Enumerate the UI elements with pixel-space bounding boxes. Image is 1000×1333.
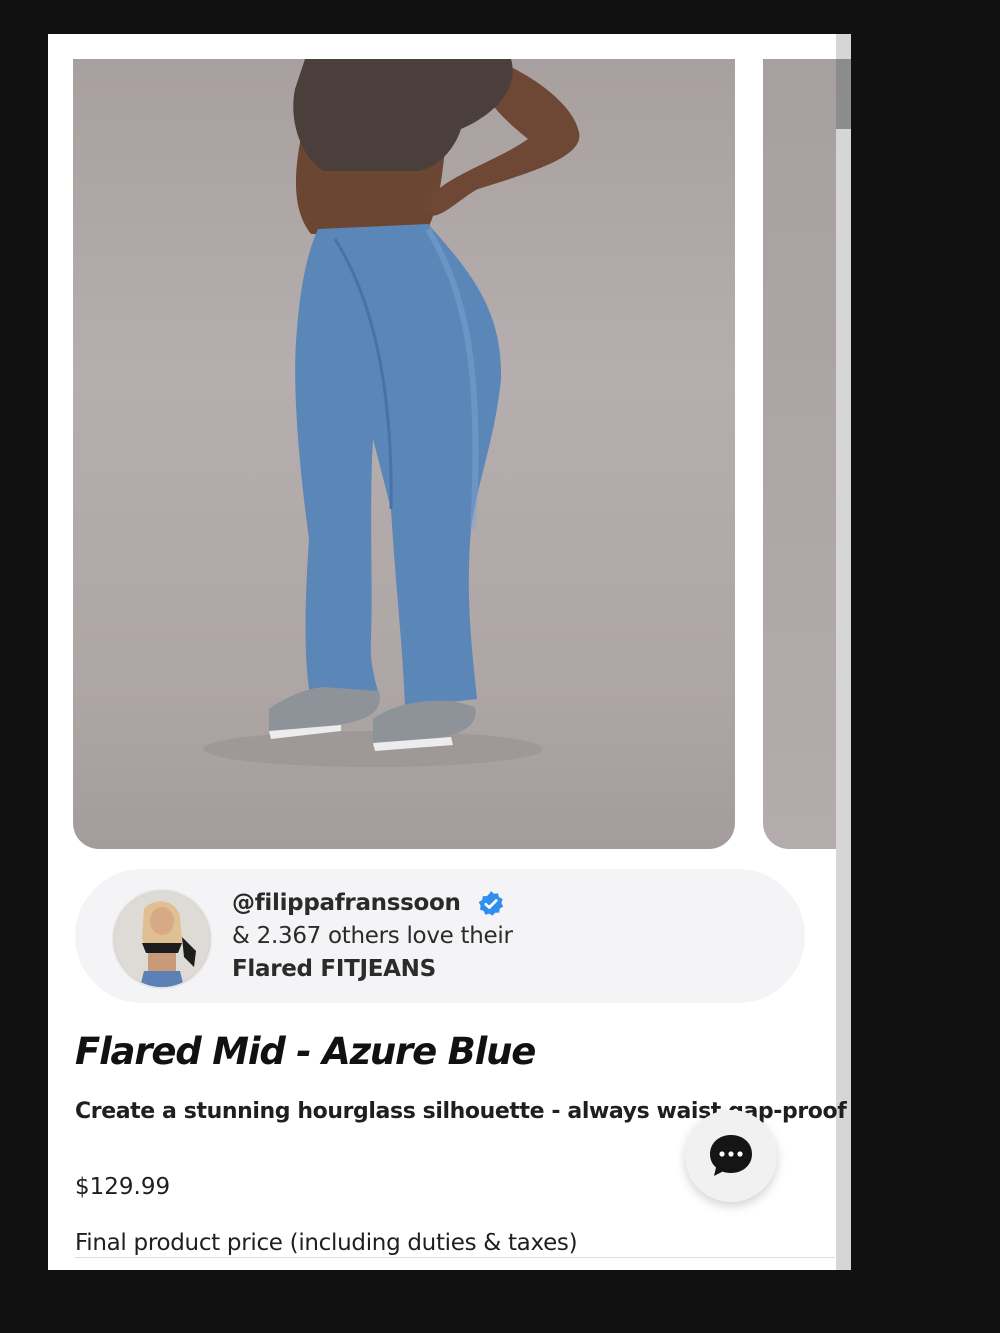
scrollbar-thumb[interactable] [836,59,851,129]
product-image[interactable] [73,59,735,849]
product-page: @filippafranssoon & 2.367 others love th… [48,34,851,1270]
product-title: Flared Mid - Azure Blue [75,1030,536,1073]
chat-bubble-icon [710,1135,752,1176]
price-note: Final product price (including duties & … [75,1230,578,1256]
social-proof-product: Flared FITJEANS [232,956,436,982]
next-product-image[interactable] [763,59,836,849]
verified-badge-icon [478,890,503,916]
scrollbar[interactable] [836,34,851,1270]
chat-button[interactable] [685,1110,777,1202]
social-proof-count: & 2.367 others love their [232,923,513,949]
product-price: $129.99 [75,1174,171,1200]
divider [75,1257,835,1258]
social-proof-card: @filippafranssoon & 2.367 others love th… [75,869,805,1003]
model-photo [203,59,580,767]
influencer-handle[interactable]: @filippafranssoon [232,887,461,920]
avatar[interactable] [112,889,212,989]
social-proof-text: @filippafranssoon & 2.367 others love th… [232,887,513,986]
avatar-photo [114,891,210,987]
